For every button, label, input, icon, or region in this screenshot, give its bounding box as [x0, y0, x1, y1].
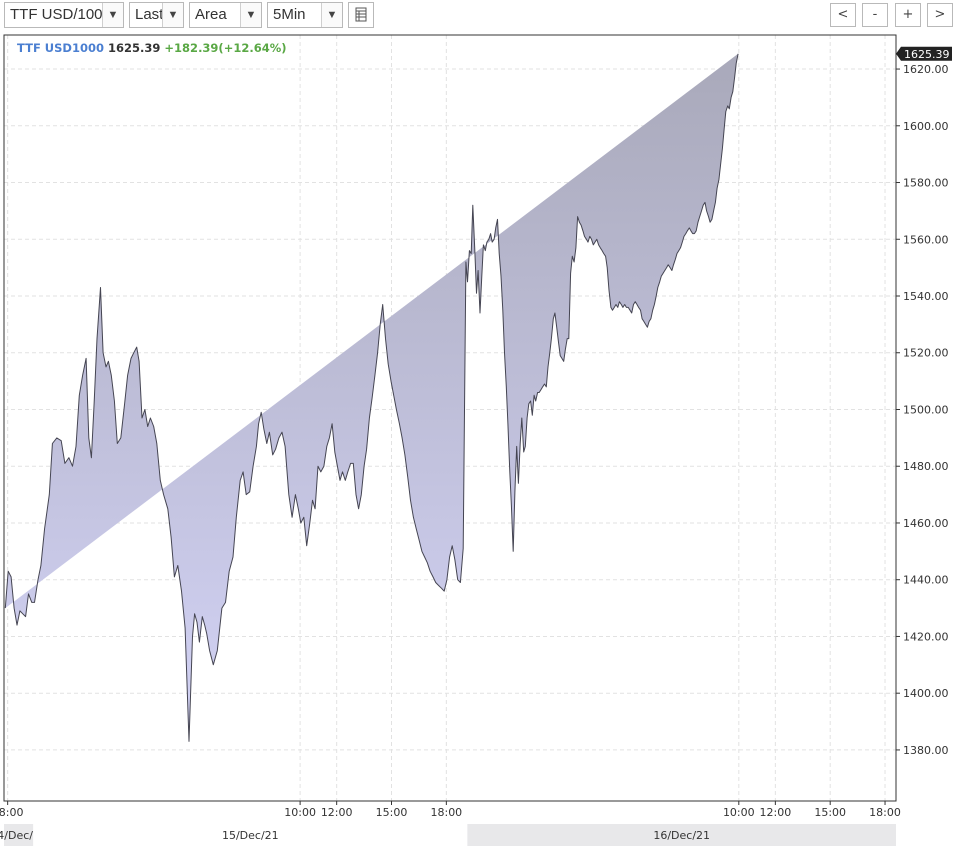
x-tick-label: 18:00: [869, 806, 901, 819]
y-tick-label: 1540.00: [903, 290, 949, 303]
x-tick-label: 15:00: [376, 806, 408, 819]
legend-last: 1625.39: [108, 41, 161, 55]
chevron-down-icon: ▼: [162, 3, 183, 27]
symbol-select[interactable]: TTF USD/1000 ▼: [4, 2, 124, 28]
y-tick-label: 1580.00: [903, 177, 949, 190]
last-price-label: 1625.39: [904, 48, 950, 61]
scroll-left-button[interactable]: <: [830, 3, 856, 27]
x-tick-label: 15:00: [814, 806, 846, 819]
zoom-out-button[interactable]: -: [862, 3, 888, 27]
chevron-down-icon: ▼: [240, 3, 261, 27]
x-tick-label: 10:00: [723, 806, 755, 819]
chart-style-select-value: Area: [195, 6, 227, 23]
y-axis: 1380.00 1400.00 1420.00 1440.00 1460.00 1480.…: [896, 63, 949, 757]
y-tick-label: 1460.00: [903, 517, 949, 530]
symbol-select-value: TTF USD/1000: [10, 6, 111, 23]
zoom-in-button[interactable]: +: [895, 3, 921, 27]
date-band-label: 16/Dec/21: [653, 829, 710, 842]
y-tick-label: 1620.00: [903, 63, 949, 76]
x-tick-label: 18:00: [0, 806, 24, 819]
y-tick-label: 1380.00: [903, 744, 949, 757]
date-band-label: 15/Dec/21: [222, 829, 279, 842]
scroll-right-button[interactable]: >: [927, 3, 953, 27]
y-tick-label: 1520.00: [903, 347, 949, 360]
legend-symbol: TTF USD1000: [17, 41, 104, 55]
data-table-button[interactable]: [348, 2, 374, 28]
x-tick-label: 12:00: [760, 806, 792, 819]
x-tick-label: 10:00: [284, 806, 316, 819]
chevron-down-icon: ▼: [102, 3, 123, 27]
y-tick-label: 1600.00: [903, 120, 949, 133]
x-axis: 18:00 10:00 12:00 15:00 18:00 10:00 12:00 15:00…: [0, 801, 901, 819]
last-price-tag: 1625.39: [896, 46, 952, 61]
y-tick-label: 1420.00: [903, 630, 949, 643]
date-axis: 14/Dec/2115/Dec/2116/Dec/21: [0, 824, 896, 846]
y-tick-label: 1440.00: [903, 574, 949, 587]
legend-change: +182.39(+12.64%): [164, 41, 287, 55]
interval-select-value: 5Min: [273, 6, 306, 23]
y-tick-label: 1500.00: [903, 403, 949, 416]
y-tick-label: 1480.00: [903, 460, 949, 473]
x-tick-label: 12:00: [321, 806, 353, 819]
y-tick-label: 1560.00: [903, 233, 949, 246]
field-select[interactable]: Last ▼: [129, 2, 184, 28]
price-chart[interactable]: 1380.00 1400.00 1420.00 1440.00 1460.00 1480.…: [0, 33, 955, 846]
field-select-value: Last: [135, 6, 164, 23]
chart-canvas: 1380.00 1400.00 1420.00 1440.00 1460.00 1480.…: [0, 34, 952, 846]
chart-toolbar: TTF USD/1000 ▼ Last ▼ Area ▼ 5Min ▼ < - …: [0, 0, 955, 33]
chart-style-select[interactable]: Area ▼: [189, 2, 262, 28]
chevron-down-icon: ▼: [321, 3, 342, 27]
y-tick-label: 1400.00: [903, 687, 949, 700]
chart-legend: TTF USD1000 1625.39 +182.39(+12.64%): [17, 41, 286, 55]
interval-select[interactable]: 5Min ▼: [267, 2, 343, 28]
table-icon: [355, 7, 367, 22]
x-tick-label: 18:00: [430, 806, 462, 819]
